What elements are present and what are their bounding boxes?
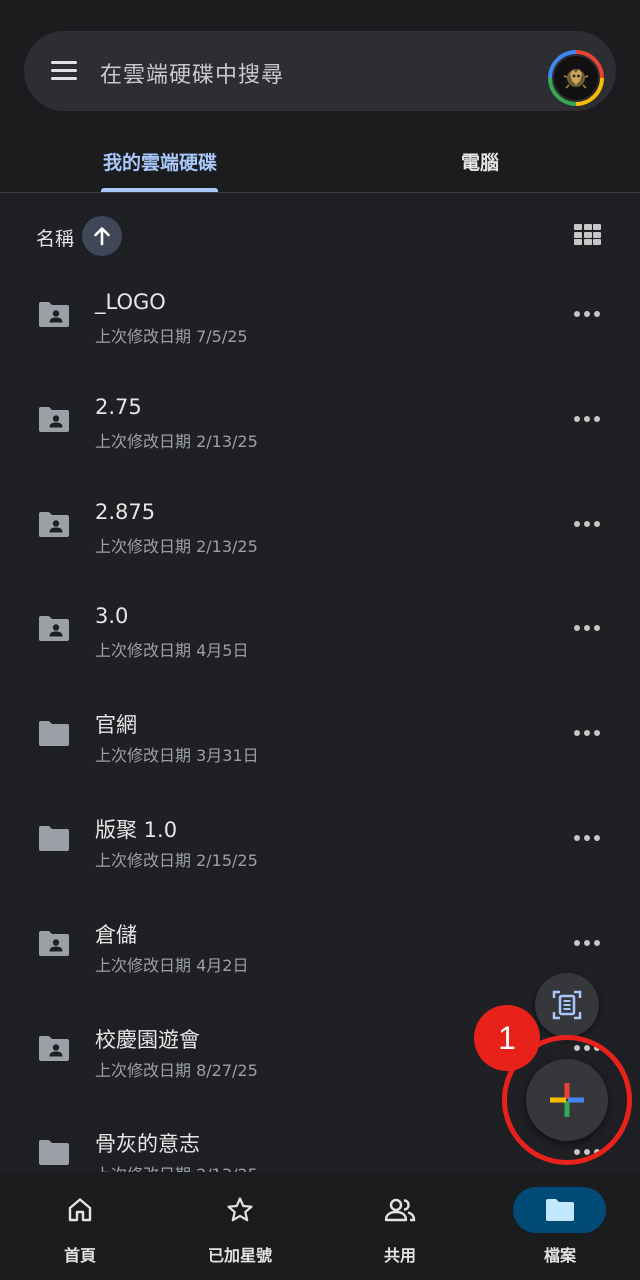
tab-my-drive[interactable]: 我的雲端硬碟 bbox=[80, 130, 240, 192]
more-options-icon[interactable] bbox=[570, 826, 604, 850]
step-badge: 1 bbox=[474, 1005, 540, 1071]
file-row[interactable]: _LOGO 上次修改日期 7/5/25 bbox=[0, 262, 640, 366]
people-icon bbox=[384, 1198, 416, 1222]
shared-folder-icon bbox=[39, 406, 69, 432]
file-row[interactable]: 倉儲上次修改日期 4月2日 bbox=[0, 891, 640, 995]
more-options-icon[interactable] bbox=[570, 407, 604, 431]
home-icon bbox=[68, 1198, 92, 1222]
folder-icon bbox=[39, 1140, 69, 1166]
file-row[interactable]: 官網上次修改日期 3月31日 bbox=[0, 681, 640, 785]
star-icon bbox=[227, 1197, 253, 1222]
file-row[interactable]: 版聚 1.0 上次修改日期 2/15/25 bbox=[0, 786, 640, 890]
folder-icon bbox=[39, 721, 69, 747]
shared-folder-icon bbox=[39, 511, 69, 537]
active-nav-pill bbox=[513, 1187, 606, 1233]
nav-item-shared[interactable]: 共用 bbox=[320, 1172, 480, 1280]
file-list: _LOGO 上次修改日期 7/5/25 2.75 上次修改日期 2/13/25 2.87… bbox=[0, 262, 640, 1172]
nav-label-files: 檔案 bbox=[543, 1246, 576, 1265]
file-name: 版聚 1.0 bbox=[95, 818, 178, 842]
more-options-icon[interactable] bbox=[570, 616, 604, 640]
file-name: 倉儲 bbox=[95, 922, 137, 947]
file-row[interactable]: 3.0 上次修改日期 4月5日 bbox=[0, 576, 640, 680]
file-name: 2.75 bbox=[95, 394, 142, 419]
plus-icon bbox=[550, 1083, 584, 1117]
more-options-icon[interactable] bbox=[570, 302, 604, 326]
sort-label[interactable]: 名稱 bbox=[36, 224, 74, 251]
tabs-divider bbox=[0, 192, 640, 193]
nav-item-starred[interactable]: 已加星號 bbox=[160, 1172, 320, 1280]
more-options-icon[interactable] bbox=[570, 1036, 604, 1060]
file-row[interactable]: 2.75 上次修改日期 2/13/25 bbox=[0, 367, 640, 471]
file-modified-date: 上次修改日期 4月5日 bbox=[95, 641, 249, 661]
shared-folder-icon bbox=[39, 616, 69, 642]
drive-tabs: 我的雲端硬碟 電腦 bbox=[0, 130, 640, 192]
bottom-nav: 首頁 已加星號 共用 檔案 bbox=[0, 1172, 640, 1280]
shared-folder-icon bbox=[39, 930, 69, 956]
nav-item-home[interactable]: 首頁 bbox=[0, 1172, 160, 1280]
more-options-icon[interactable] bbox=[570, 1140, 604, 1164]
tab-computers[interactable]: 電腦 bbox=[400, 130, 560, 192]
nav-label-home: 首頁 bbox=[63, 1246, 96, 1265]
file-name: _LOGO bbox=[95, 290, 166, 314]
nav-label-shared: 共用 bbox=[383, 1246, 416, 1265]
file-modified-date: 上次修改日期 3月31日 bbox=[95, 746, 259, 766]
hamburger-menu-icon[interactable] bbox=[50, 56, 80, 86]
file-modified-date: 上次修改日期 2/15/25 bbox=[95, 851, 258, 870]
file-name: 骨灰的意志 bbox=[95, 1132, 200, 1157]
avatar-image-icon bbox=[563, 69, 589, 89]
more-options-icon[interactable] bbox=[570, 721, 604, 745]
sort-direction-button[interactable] bbox=[82, 216, 122, 256]
file-modified-date: 上次修改日期 2/13/25 bbox=[95, 536, 258, 556]
account-avatar[interactable] bbox=[548, 50, 604, 106]
file-modified-date: 上次修改日期 2/13/25 bbox=[95, 1161, 258, 1172]
folder-icon bbox=[545, 1199, 574, 1221]
grid-view-icon[interactable] bbox=[574, 224, 601, 247]
shared-folder-icon bbox=[39, 1035, 69, 1061]
new-button[interactable] bbox=[526, 1059, 608, 1141]
file-modified-date: 上次修改日期 2/13/25 bbox=[95, 431, 258, 451]
folder-icon bbox=[39, 826, 69, 851]
scan-button[interactable] bbox=[535, 973, 599, 1037]
search-placeholder[interactable]: 在雲端硬碟中搜尋 bbox=[100, 57, 284, 89]
file-name: 3.0 bbox=[95, 604, 129, 629]
file-modified-date: 上次修改日期 8/27/25 bbox=[95, 1060, 258, 1080]
file-name: 校慶園遊會 bbox=[95, 1027, 200, 1052]
nav-label-starred: 已加星號 bbox=[207, 1246, 272, 1265]
arrow-up-icon bbox=[94, 227, 110, 246]
file-name: 官網 bbox=[95, 713, 137, 738]
file-row[interactable]: 2.875 上次修改日期 2/13/25 bbox=[0, 472, 640, 576]
document-scan-icon bbox=[552, 990, 582, 1020]
shared-folder-icon bbox=[39, 302, 69, 327]
sort-row: 名稱 bbox=[0, 212, 640, 260]
more-options-icon[interactable] bbox=[570, 512, 604, 536]
search-bar[interactable]: 在雲端硬碟中搜尋 bbox=[24, 31, 616, 111]
file-modified-date: 上次修改日期 7/5/25 bbox=[95, 327, 248, 346]
file-name: 2.875 bbox=[95, 499, 156, 524]
nav-item-files[interactable]: 檔案 bbox=[480, 1172, 640, 1280]
file-modified-date: 上次修改日期 4月2日 bbox=[95, 955, 249, 975]
more-options-icon[interactable] bbox=[570, 931, 604, 955]
